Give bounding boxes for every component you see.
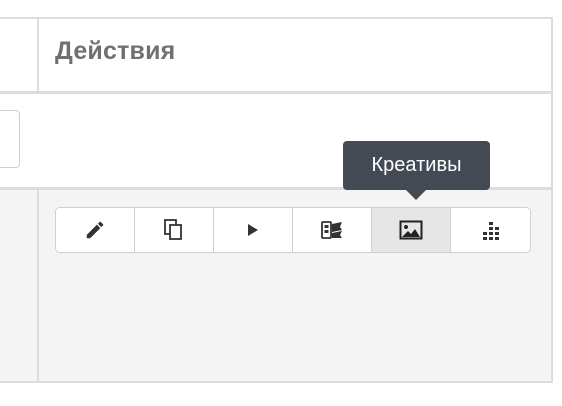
play-button[interactable] [214, 208, 293, 252]
finance-button[interactable] [293, 208, 372, 252]
column-divider [37, 190, 39, 383]
billing-icon [321, 221, 342, 239]
copy-icon [164, 219, 182, 240]
tooltip-arrow [406, 190, 426, 200]
creatives-tooltip: Креативы [343, 141, 490, 190]
stats-button[interactable] [451, 208, 530, 252]
image-icon [399, 220, 423, 240]
pencil-icon [86, 221, 104, 239]
row-input-field[interactable] [0, 110, 20, 168]
actions-column-header: Действия [55, 37, 176, 65]
play-icon [248, 224, 258, 236]
edit-button[interactable] [56, 208, 135, 252]
creatives-button[interactable] [372, 208, 451, 252]
copy-button[interactable] [135, 208, 214, 252]
chart-icon [482, 222, 499, 240]
actions-button-group [55, 207, 531, 253]
